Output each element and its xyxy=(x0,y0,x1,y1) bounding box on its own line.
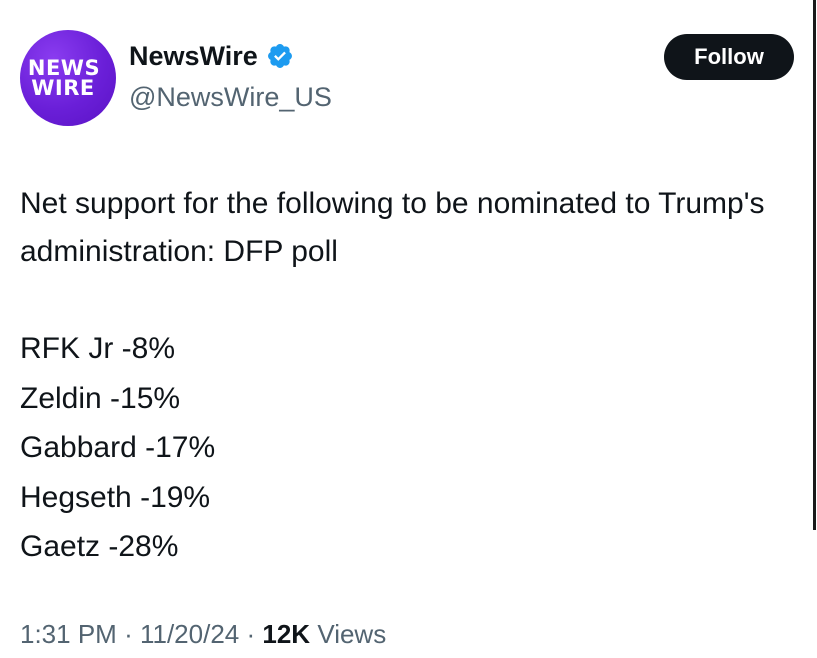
tweet-headline: Net support for the following to be nomi… xyxy=(20,187,765,268)
tweet-date[interactable]: 11/20/24 xyxy=(140,619,239,649)
tweet-meta: 1:31 PM · 11/20/24 · 12K Views xyxy=(20,618,386,650)
meta-separator: · xyxy=(246,619,256,649)
scrollbar[interactable] xyxy=(813,0,816,530)
avatar-text-news: NEWS xyxy=(27,56,101,80)
tweet-time[interactable]: 1:31 PM xyxy=(20,619,117,649)
poll-result-item: Zeldin -15% xyxy=(20,381,181,415)
poll-result-item: Hegseth -19% xyxy=(20,480,211,514)
avatar-text-wire: WIRE xyxy=(31,76,95,100)
display-name[interactable]: NewsWire xyxy=(129,40,294,72)
handle[interactable]: @NewsWire_US xyxy=(129,81,332,113)
poll-result-item: Gabbard -17% xyxy=(20,431,216,464)
views-count[interactable]: 12K xyxy=(262,619,310,649)
verified-badge-icon xyxy=(267,44,292,68)
display-name-text: NewsWire xyxy=(129,41,258,71)
poll-result-item: Gaetz -28% xyxy=(20,530,179,563)
avatar[interactable]: NEWS WIRE xyxy=(20,30,116,126)
poll-result-item: RFK Jr -8% xyxy=(20,332,176,365)
meta-separator: · xyxy=(124,619,133,649)
follow-button[interactable]: Follow xyxy=(664,34,794,80)
tweet-text: Net support for the following to be nomi… xyxy=(20,180,810,572)
views-label: Views xyxy=(317,619,387,649)
poll-results-list: RFK Jr -8% Zeldin -15% Gabbard -17% Hegs… xyxy=(20,324,810,572)
